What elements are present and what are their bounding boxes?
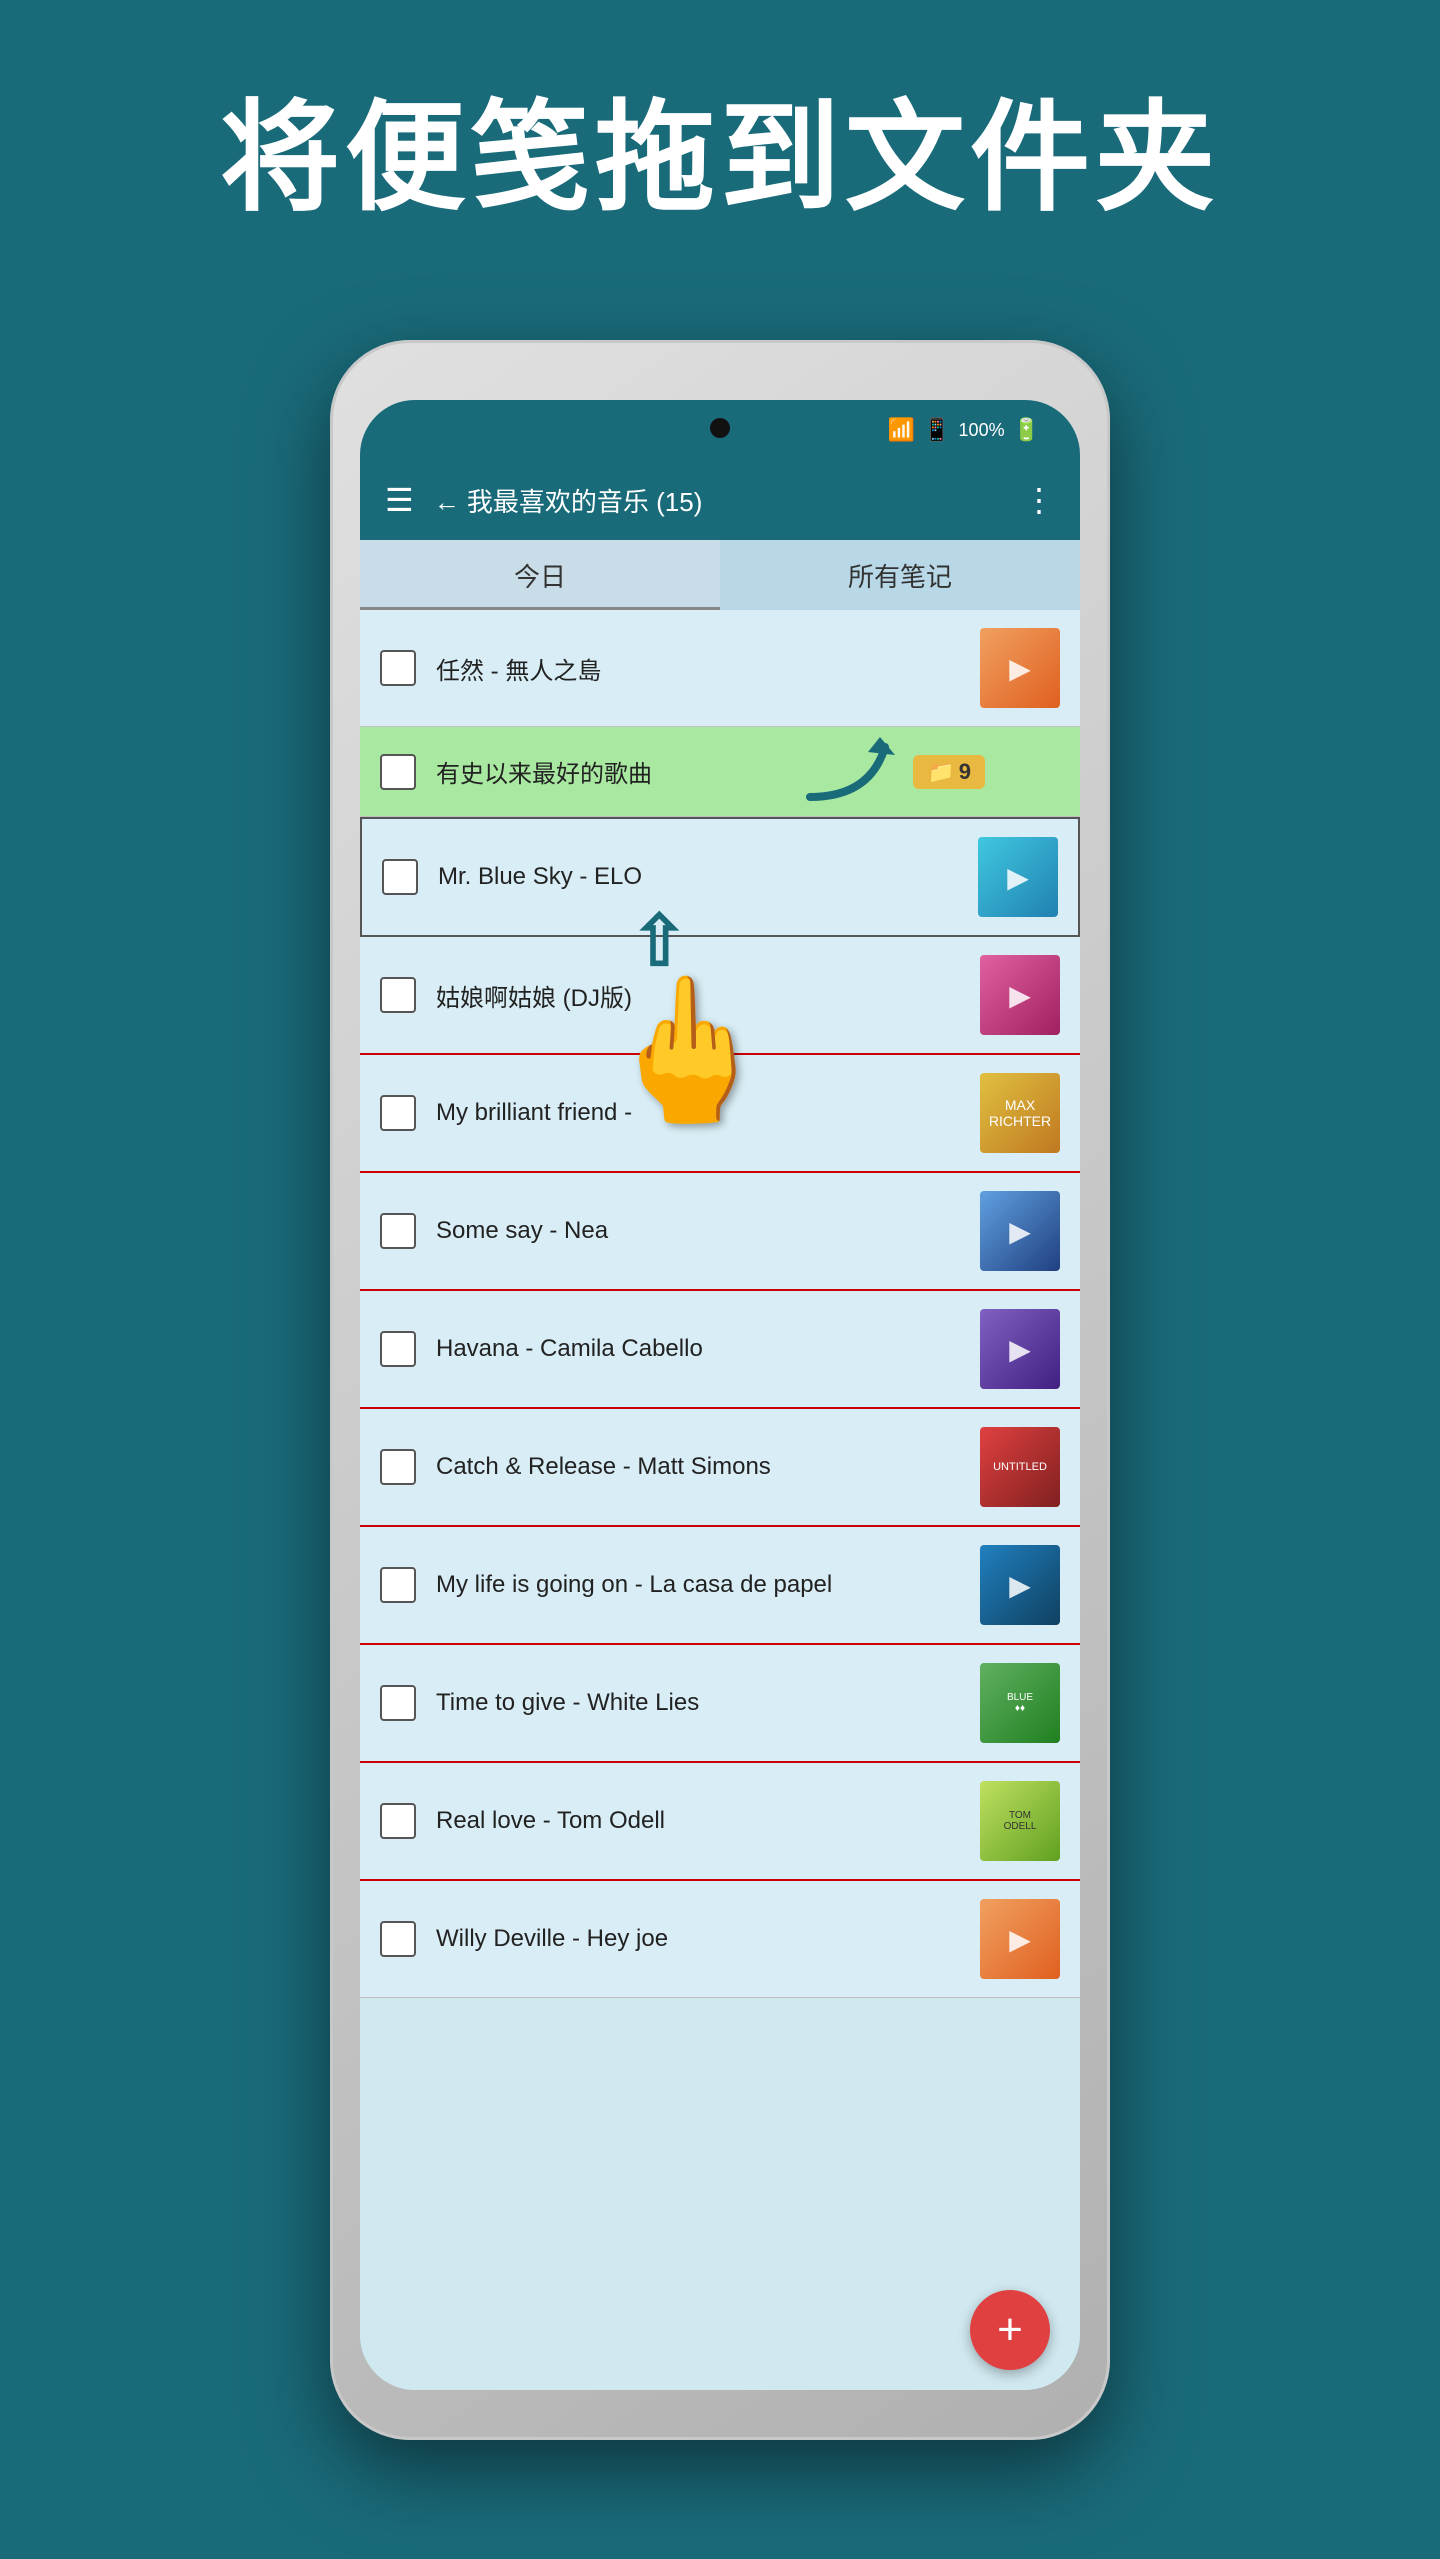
hamburger-icon[interactable]: ☰	[385, 481, 414, 519]
checkbox-11[interactable]	[380, 1803, 416, 1839]
tabs-bar: 今日 所有笔记	[360, 540, 1080, 610]
thumbnail-3: ▶	[978, 837, 1058, 917]
page-title: 将便笺拖到文件夹	[100, 60, 1340, 234]
item-text-5: My brilliant friend -	[436, 1099, 980, 1127]
list-item: Mr. Blue Sky - ELO ▶	[360, 817, 1080, 937]
signal-icon: 📱	[923, 417, 950, 443]
thumbnail-7: ▶	[980, 1309, 1060, 1389]
checkbox-9[interactable]	[380, 1567, 416, 1603]
thumbnail-6: ▶	[980, 1191, 1060, 1271]
list-item: Time to give - White Lies BLUE♦♦	[360, 1645, 1080, 1763]
item-text-7: Havana - Camila Cabello	[436, 1335, 980, 1363]
battery-label: 100%	[959, 420, 1005, 441]
list-container: 任然 - 無人之島 ▶ 有史以来最好的歌曲	[360, 610, 1080, 2390]
thumbnail-11: TOMODELL	[980, 1781, 1060, 1861]
list-item: 有史以来最好的歌曲 📁 9	[360, 727, 1080, 817]
item-text-3: Mr. Blue Sky - ELO	[438, 863, 978, 891]
thumbnail-8: UNTITLED	[980, 1427, 1060, 1507]
play-icon-3: ▶	[1007, 861, 1029, 894]
checkbox-12[interactable]	[380, 1921, 416, 1957]
thumbnail-10: BLUE♦♦	[980, 1663, 1060, 1743]
toolbar: ☰ ← 我最喜欢的音乐 (15) ⋮	[360, 460, 1080, 540]
item-text-9: My life is going on - La casa de papel	[436, 1571, 980, 1599]
status-icons: 📶 📱 100% 🔋	[888, 417, 1040, 443]
phone-shell: 📶 📱 100% 🔋 ☰ ← 我最喜欢的音乐 (15) ⋮ 今日 所有笔记	[330, 340, 1110, 2440]
list-item: Willy Deville - Hey joe ▶	[360, 1881, 1080, 1998]
checkbox-1[interactable]	[380, 650, 416, 686]
thumbnail-9: ▶	[980, 1545, 1060, 1625]
list-item: Havana - Camila Cabello ▶	[360, 1291, 1080, 1409]
checkbox-2[interactable]	[380, 754, 416, 790]
checkbox-5[interactable]	[380, 1095, 416, 1131]
status-bar: 📶 📱 100% 🔋	[360, 400, 1080, 460]
thumbnail-5: MAXRICHTER	[980, 1073, 1060, 1153]
item-text-11: Real love - Tom Odell	[436, 1807, 980, 1835]
tab-all-notes[interactable]: 所有笔记	[720, 540, 1080, 610]
more-options-icon[interactable]: ⋮	[1023, 481, 1055, 519]
folder-icon: 📁	[927, 759, 954, 785]
list-item: 任然 - 無人之島 ▶	[360, 610, 1080, 727]
item-text-4: 姑娘啊姑娘 (DJ版)	[436, 978, 980, 1013]
play-icon-12: ▶	[1009, 1923, 1031, 1956]
play-icon-6: ▶	[1009, 1215, 1031, 1248]
battery-icon: 🔋	[1013, 417, 1040, 443]
curved-arrow-svg	[790, 727, 910, 807]
list-item: My life is going on - La casa de papel ▶	[360, 1527, 1080, 1645]
item-text-10: Time to give - White Lies	[436, 1689, 980, 1717]
play-icon-1: ▶	[1009, 652, 1031, 685]
item-text-8: Catch & Release - Matt Simons	[436, 1453, 980, 1481]
play-icon-7: ▶	[1009, 1333, 1031, 1366]
camera-notch	[710, 418, 730, 438]
fab-button[interactable]: +	[970, 2290, 1050, 2370]
checkbox-8[interactable]	[380, 1449, 416, 1485]
thumbnail-12: ▶	[980, 1899, 1060, 1979]
list-item: My brilliant friend - MAXRICHTER	[360, 1055, 1080, 1173]
item-text-1: 任然 - 無人之島	[436, 651, 980, 686]
checkbox-10[interactable]	[380, 1685, 416, 1721]
checkbox-4[interactable]	[380, 977, 416, 1013]
list-item: Real love - Tom Odell TOMODELL	[360, 1763, 1080, 1881]
checkbox-3[interactable]	[382, 859, 418, 895]
thumbnail-1: ▶	[980, 628, 1060, 708]
list-item: 姑娘啊姑娘 (DJ版) ▶	[360, 937, 1080, 1055]
list-item: Catch & Release - Matt Simons UNTITLED	[360, 1409, 1080, 1527]
wifi-icon: 📶	[888, 417, 915, 443]
list-item: Some say - Nea ▶	[360, 1173, 1080, 1291]
checkbox-7[interactable]	[380, 1331, 416, 1367]
phone-screen: 📶 📱 100% 🔋 ☰ ← 我最喜欢的音乐 (15) ⋮ 今日 所有笔记	[360, 400, 1080, 2390]
checkbox-6[interactable]	[380, 1213, 416, 1249]
item-text-6: Some say - Nea	[436, 1217, 980, 1245]
toolbar-title: ← 我最喜欢的音乐 (15)	[434, 482, 1003, 519]
play-icon-9: ▶	[1009, 1569, 1031, 1602]
folder-count: 9	[959, 759, 971, 785]
folder-indicator: 📁 9	[913, 755, 985, 789]
tab-today[interactable]: 今日	[360, 540, 720, 610]
thumbnail-4: ▶	[980, 955, 1060, 1035]
item-text-12: Willy Deville - Hey joe	[436, 1925, 980, 1953]
play-icon-4: ▶	[1009, 979, 1031, 1012]
phone-container: 📶 📱 100% 🔋 ☰ ← 我最喜欢的音乐 (15) ⋮ 今日 所有笔记	[330, 340, 1110, 2440]
